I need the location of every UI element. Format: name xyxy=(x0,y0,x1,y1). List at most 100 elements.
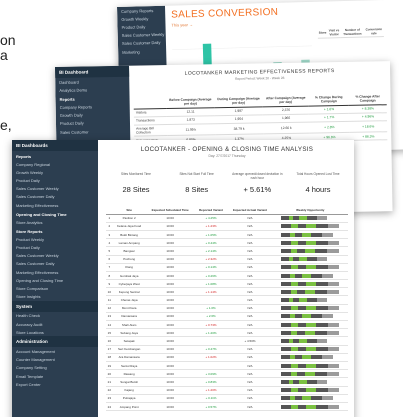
table-row: 15 Subang Jaya 10:00 + 1.20% N/A xyxy=(106,328,348,338)
sidebar-item[interactable]: Account Management xyxy=(12,347,98,355)
table-row: 3 Bukit Bintang 10:00 + 1.05% N/A xyxy=(106,230,348,240)
bar-segment xyxy=(297,240,307,245)
bar-segment xyxy=(305,330,316,335)
table-cell: N/A xyxy=(227,271,273,281)
sidebar-item[interactable]: Company Regional xyxy=(12,160,98,168)
bar-segment xyxy=(306,240,317,245)
table-cell: 5 xyxy=(106,246,113,256)
sidebar-item[interactable]: Sales Customer Weekly xyxy=(12,185,98,193)
table-cell: Pavilion 2 xyxy=(112,214,146,223)
bar-segment xyxy=(306,281,317,286)
weekly-opportunity-cell xyxy=(272,328,348,338)
table-cell: N/A xyxy=(227,386,273,395)
bar-segment xyxy=(327,289,340,294)
report-subtitle: Day: 27/7/2017 Thursday xyxy=(208,154,246,158)
sidebar-item[interactable]: Growth Weekly xyxy=(12,168,98,176)
sidebar-item: Administration xyxy=(12,336,98,348)
weekly-opportunity-cell xyxy=(272,377,348,387)
opportunity-bar xyxy=(281,396,339,401)
opportunity-bar xyxy=(281,330,340,335)
sidebar-item[interactable]: Accuracy Audit xyxy=(12,320,98,328)
bar-segment xyxy=(327,224,340,229)
opportunity-bar xyxy=(281,306,340,311)
table-cell: N/A xyxy=(227,287,273,297)
sidebar-item[interactable]: Product Weekly xyxy=(12,235,98,243)
bar-segment xyxy=(317,257,328,262)
table-cell: 11.99 k xyxy=(166,123,216,136)
bar-segment xyxy=(327,347,340,352)
bar-segment xyxy=(297,363,307,368)
sidebar-item[interactable]: Store Insights xyxy=(12,293,98,301)
sidebar-item[interactable]: Sales Customer Daily xyxy=(12,260,98,268)
table-cell: 7 xyxy=(106,263,113,272)
bar-segment xyxy=(327,240,340,245)
sidebar-item[interactable]: Counter Management xyxy=(12,356,98,364)
table-header: Before Campaign (Average per day) xyxy=(166,95,215,109)
weekly-opportunity-cell xyxy=(272,369,348,379)
bar-segment xyxy=(281,347,292,352)
sidebar-item[interactable]: Email Template xyxy=(12,372,98,380)
bar-segment xyxy=(302,232,312,237)
table-cell: + 1.23% xyxy=(194,222,228,231)
table-cell: + 0.83% xyxy=(194,377,228,387)
bar-segment xyxy=(316,281,328,286)
table-row: 10 Kepong Sentral 10:00 + 1.14% N/A xyxy=(106,287,348,297)
sidebar-item[interactable]: Opening and Closing Time xyxy=(12,276,98,284)
opening-closing-time-screenshot: BI Dashboards Reports Company Regional Grow… xyxy=(12,140,354,417)
table-row: 5 Bangsar 10:00 + 2.14% N/A xyxy=(106,246,348,256)
bar-segment xyxy=(281,388,292,393)
sidebar-item[interactable]: Marketing Effectiveness xyxy=(12,268,98,276)
bar-segment xyxy=(317,339,328,343)
weekly-opportunity-cell xyxy=(272,402,348,412)
bar-segment xyxy=(281,289,292,294)
table-cell: Bukit Bintang xyxy=(112,230,146,240)
table-cell: 10:00 xyxy=(145,369,195,379)
bar-segment xyxy=(305,265,316,270)
table-cell: N/A xyxy=(227,369,273,379)
opportunity-bar xyxy=(281,289,340,294)
opportunity-bar xyxy=(281,347,340,352)
table-row: 9 Cyberjaya West 10:00 + 1.08% N/A xyxy=(106,279,348,289)
sidebar-item[interactable]: Export Center xyxy=(12,380,98,388)
bar-segment xyxy=(281,379,290,384)
bar-segment xyxy=(281,273,291,278)
bar-segment xyxy=(307,298,318,303)
table-cell: 10:00 xyxy=(145,255,195,264)
table-cell: 10:00 xyxy=(145,214,195,223)
table-cell: Sungai Buloh xyxy=(112,377,146,387)
table-cell: + 2.8% xyxy=(309,120,350,134)
sidebar-item[interactable]: Sales Customer Daily xyxy=(12,193,98,201)
table-cell: + 2.32% xyxy=(194,255,228,264)
table-cell: Shah Alam xyxy=(112,320,146,330)
table-cell: 17 xyxy=(106,345,113,354)
weekly-opportunity-cell xyxy=(272,386,348,395)
table-cell: 10:00 xyxy=(145,361,195,371)
table-row: 19 Sentul Raya 10:00 N/A xyxy=(106,361,348,371)
table-cell: 10:00 xyxy=(145,304,195,313)
sidebar-item[interactable]: Store Analytics xyxy=(12,218,98,226)
sidebar-item[interactable]: Health Check xyxy=(12,312,98,320)
table-cell: N/A xyxy=(227,214,273,223)
sidebar-item[interactable]: Product Daily xyxy=(12,176,98,184)
sidebar-item[interactable]: Product Daily xyxy=(12,244,98,252)
table-cell: + 0.11% xyxy=(194,394,228,403)
sidebar-item[interactable]: Company Setting xyxy=(12,364,98,372)
opportunity-bar xyxy=(281,257,339,262)
sidebar-item[interactable]: Marketing Effectiveness xyxy=(12,201,98,209)
sidebar-item[interactable]: Marketing xyxy=(118,47,166,56)
sidebar-item[interactable]: Sales Customer xyxy=(56,127,130,136)
opportunity-bar xyxy=(281,379,339,384)
bar-segment xyxy=(302,273,312,278)
table-cell: 16 xyxy=(106,336,113,346)
sidebar-item[interactable]: Sales Customer Weekly xyxy=(12,252,98,260)
weekly-opportunity-cell xyxy=(272,214,348,223)
sidebar-item[interactable]: Store Locations xyxy=(12,328,98,336)
table-cell: 10 xyxy=(106,287,113,297)
bar-segment xyxy=(306,363,317,368)
bar-segment xyxy=(281,257,290,262)
sidebar-item[interactable]: Store Comparison xyxy=(12,284,98,292)
table-cell: Putrajaya xyxy=(112,394,146,403)
kpi-value: 4 hours xyxy=(305,185,331,194)
bar-segment xyxy=(327,330,340,335)
table-cell: 6 xyxy=(106,255,113,264)
